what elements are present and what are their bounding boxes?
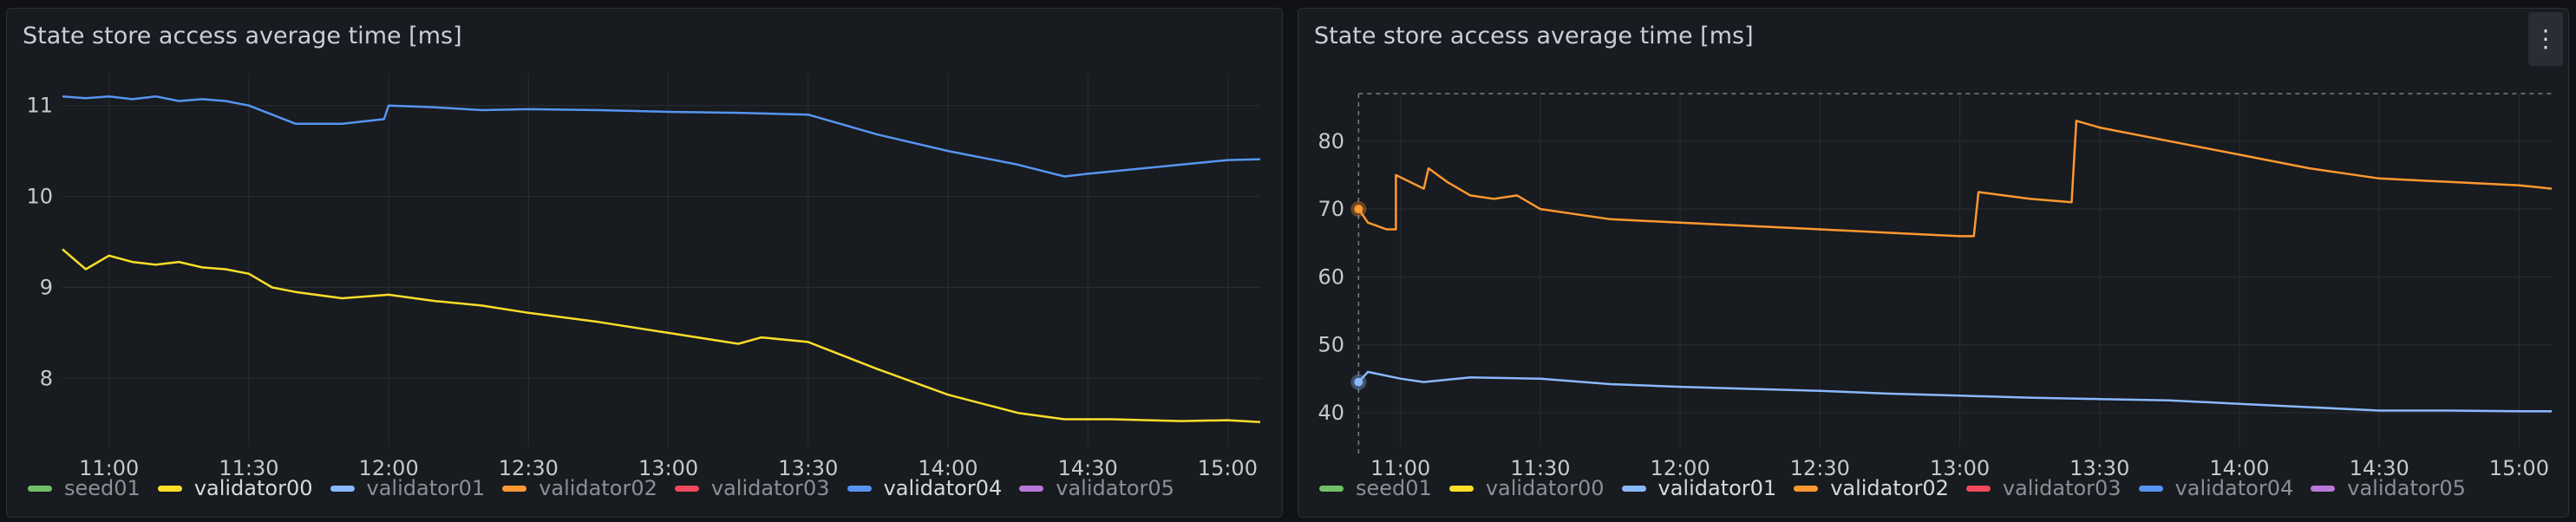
legend-swatch bbox=[28, 485, 52, 492]
legend-item-validator01[interactable]: validator01 bbox=[330, 476, 486, 500]
series-line-validator01 bbox=[1357, 370, 2552, 413]
legend-label: validator00 bbox=[193, 476, 313, 500]
legend-item-validator02[interactable]: validator02 bbox=[1794, 476, 1949, 500]
x-tick-label: 15:00 bbox=[1198, 456, 1258, 480]
hover-point-validator02 bbox=[1350, 201, 1367, 218]
y-tick-label: 50 bbox=[1317, 333, 1344, 357]
legend-swatch bbox=[1019, 485, 1044, 492]
y-tick-label: 80 bbox=[1317, 129, 1344, 153]
legend-swatch bbox=[330, 485, 355, 492]
legend-item-validator04[interactable]: validator04 bbox=[2138, 476, 2294, 500]
legend-swatch bbox=[1319, 485, 1344, 492]
y-tick-label: 60 bbox=[1317, 264, 1344, 289]
series-line-validator02 bbox=[1357, 120, 2553, 238]
chart-legend: seed01 validator00 validator01 validator02 v… bbox=[28, 475, 1192, 501]
legend-item-validator03[interactable]: validator03 bbox=[674, 476, 830, 500]
legend-item-validator04[interactable]: validator04 bbox=[847, 476, 1003, 500]
legend-label: validator01 bbox=[366, 476, 486, 500]
chart-panel-left: State store access average time [ms] 891… bbox=[6, 8, 1283, 518]
legend-swatch bbox=[1448, 485, 1474, 492]
legend-swatch bbox=[1794, 485, 1819, 492]
legend-label: validator03 bbox=[2002, 476, 2122, 500]
y-tick-label: 40 bbox=[1317, 401, 1344, 425]
legend-label: seed01 bbox=[1356, 476, 1432, 500]
legend-item-validator00[interactable]: validator00 bbox=[1448, 476, 1605, 500]
legend-item-validator05[interactable]: validator05 bbox=[2311, 476, 2466, 500]
legend-item-validator01[interactable]: validator01 bbox=[1621, 476, 1777, 500]
legend-swatch bbox=[674, 485, 699, 492]
legend-item-seed01[interactable]: seed01 bbox=[1319, 476, 1432, 500]
legend-label: validator05 bbox=[2347, 476, 2466, 500]
chart-legend: seed01 validator00 validator01 validator02 v… bbox=[1319, 475, 2483, 501]
legend-swatch bbox=[1965, 485, 1991, 492]
legend-swatch bbox=[2138, 485, 2163, 492]
y-tick-label: 70 bbox=[1317, 197, 1344, 221]
x-tick-label: 15:00 bbox=[2489, 456, 2549, 480]
y-tick-label: 10 bbox=[26, 185, 53, 209]
y-tick-label: 11 bbox=[26, 94, 53, 118]
legend-swatch bbox=[2311, 485, 2336, 492]
y-tick-label: 9 bbox=[40, 275, 53, 299]
legend-swatch bbox=[1621, 485, 1646, 492]
legend-label: seed01 bbox=[64, 476, 141, 500]
legend-item-validator00[interactable]: validator00 bbox=[157, 476, 313, 500]
series-line-validator04 bbox=[62, 95, 1261, 178]
legend-label: validator02 bbox=[1830, 476, 1949, 500]
legend-swatch bbox=[502, 485, 527, 492]
chart-panel-right: State store access average time [ms] ⋮ 4… bbox=[1298, 8, 2569, 518]
legend-label: validator02 bbox=[539, 476, 657, 500]
legend-item-seed01[interactable]: seed01 bbox=[28, 476, 141, 500]
series-line-validator00 bbox=[62, 248, 1261, 423]
line-chart[interactable]: 405060708011:00 11:30 12:00 12:30 13:00 13:30… bbox=[1298, 9, 2570, 519]
legend-label: validator05 bbox=[1056, 476, 1174, 500]
line-chart[interactable]: 89101111:00 11:30 12:00 12:30 13:00 13:30 14:0… bbox=[7, 9, 1284, 519]
legend-item-validator03[interactable]: validator03 bbox=[1965, 476, 2122, 500]
legend-label: validator04 bbox=[883, 476, 1003, 500]
y-tick-label: 8 bbox=[40, 366, 53, 390]
legend-swatch bbox=[847, 485, 872, 492]
legend-label: validator01 bbox=[1657, 476, 1777, 500]
legend-item-validator05[interactable]: validator05 bbox=[1019, 476, 1174, 500]
hover-point-validator01 bbox=[1350, 374, 1367, 390]
legend-label: validator00 bbox=[1485, 476, 1605, 500]
legend-label: validator04 bbox=[2174, 476, 2294, 500]
legend-swatch bbox=[157, 485, 182, 492]
legend-label: validator03 bbox=[710, 476, 830, 500]
legend-item-validator02[interactable]: validator02 bbox=[502, 476, 657, 500]
